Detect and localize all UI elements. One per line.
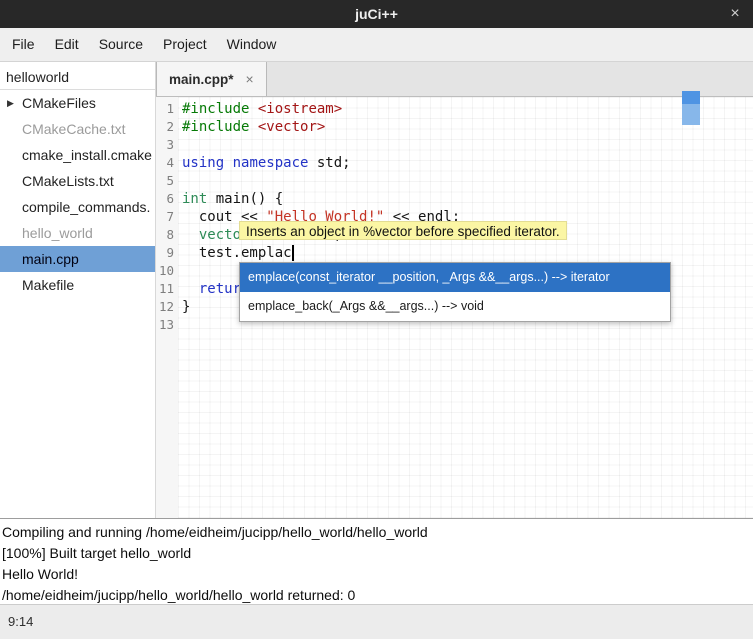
sidebar-item-label: hello_world <box>22 225 93 241</box>
text-cursor <box>292 245 294 261</box>
code-line[interactable] <box>182 136 753 154</box>
editor-pane: main.cpp* × 12345678910111213 #include <… <box>156 62 753 518</box>
line-number: 8 <box>156 226 178 244</box>
tab-label: main.cpp* <box>169 72 234 87</box>
scrollbar-thumb-highlight[interactable] <box>682 104 700 125</box>
code-segment: main() { <box>207 191 283 207</box>
sidebar-item-cmakecache-txt[interactable]: CMakeCache.txt <box>0 116 155 142</box>
code-line[interactable] <box>182 172 753 190</box>
sidebar-item-makefile[interactable]: Makefile <box>0 272 155 298</box>
menu-item-file[interactable]: File <box>2 28 45 61</box>
sidebar-item-label: main.cpp <box>22 251 79 267</box>
scrollbar-thumb[interactable] <box>682 91 700 104</box>
code-line[interactable]: #include <iostream> <box>182 100 753 118</box>
menu-item-edit[interactable]: Edit <box>45 28 89 61</box>
console-line: /home/eidheim/jucipp/hello_world/hello_w… <box>2 585 751 604</box>
sidebar-item-label: helloworld <box>6 69 69 85</box>
completion-item[interactable]: emplace_back(_Args &&__args...) --> void <box>240 292 670 321</box>
statusbar: 9:14 <box>0 604 753 639</box>
sidebar-item-label: CMakeLists.txt <box>22 173 114 189</box>
sidebar-item-label: compile_commands. <box>22 199 150 215</box>
console-line: Hello World! <box>2 564 751 585</box>
tab-main-cpp[interactable]: main.cpp* × <box>156 62 267 96</box>
doc-tooltip: Inserts an object in %vector before spec… <box>239 221 567 240</box>
code-segment: #include <box>182 101 249 117</box>
code-line[interactable]: int main() { <box>182 190 753 208</box>
sidebar-item-cmakefiles[interactable]: ▶ CMakeFiles <box>0 90 155 116</box>
menu-item-window[interactable]: Window <box>217 28 287 61</box>
line-number: 3 <box>156 136 178 154</box>
menubar: FileEditSourceProjectWindow <box>0 28 753 62</box>
code-line[interactable]: test.emplac <box>182 244 753 262</box>
console-line: Compiling and running /home/eidheim/juci… <box>2 522 751 543</box>
code-segment: test.emplac <box>182 245 292 261</box>
build-output-console: Compiling and running /home/eidheim/juci… <box>0 518 753 604</box>
line-number: 11 <box>156 280 178 298</box>
window-title: juCi++ <box>0 0 753 28</box>
code-line[interactable]: using namespace std; <box>182 154 753 172</box>
code-segment: int <box>182 191 207 207</box>
menu-item-source[interactable]: Source <box>89 28 153 61</box>
code-segment <box>182 227 199 243</box>
code-editor[interactable]: 12345678910111213 #include <iostream>#in… <box>156 97 753 518</box>
sidebar-item-label: Makefile <box>22 277 74 293</box>
window-close-icon[interactable]: × <box>717 0 753 27</box>
line-number-gutter: 12345678910111213 <box>156 97 178 518</box>
sidebar-item-helloworld[interactable]: helloworld <box>0 64 155 90</box>
code-segment <box>249 119 257 135</box>
code-segment: <iostream> <box>258 101 342 117</box>
app-window: juCi++ × FileEditSourceProjectWindow hel… <box>0 0 753 639</box>
sidebar-item-compile-commands[interactable]: compile_commands. <box>0 194 155 220</box>
code-line[interactable]: #include <vector> <box>182 118 753 136</box>
line-number: 5 <box>156 172 178 190</box>
tab-close-icon[interactable]: × <box>246 71 254 87</box>
line-number: 1 <box>156 100 178 118</box>
line-number: 10 <box>156 262 178 280</box>
completion-popup: emplace(const_iterator __position, _Args… <box>239 262 671 322</box>
code-segment <box>182 281 199 297</box>
code-segment: #include <box>182 119 249 135</box>
code-segment: <vector> <box>258 119 325 135</box>
sidebar-item-label: CMakeCache.txt <box>22 121 125 137</box>
sidebar: helloworld ▶ CMakeFiles CMakeCache.txt cmake… <box>0 62 156 518</box>
tabbar: main.cpp* × <box>156 62 753 97</box>
cursor-position: 9:14 <box>8 614 33 629</box>
sidebar-item-cmakelists-txt[interactable]: CMakeLists.txt <box>0 168 155 194</box>
line-number: 6 <box>156 190 178 208</box>
code-segment: using <box>182 155 224 171</box>
sidebar-item-hello-world[interactable]: hello_world <box>0 220 155 246</box>
line-number: 13 <box>156 316 178 334</box>
line-number: 9 <box>156 244 178 262</box>
code-segment: } <box>182 299 190 315</box>
console-line: [100%] Built target hello_world <box>2 543 751 564</box>
code-segment: std; <box>308 155 350 171</box>
sidebar-item-label: cmake_install.cmake <box>22 147 152 163</box>
menu-item-project[interactable]: Project <box>153 28 217 61</box>
titlebar: juCi++ × <box>0 0 753 28</box>
line-number: 7 <box>156 208 178 226</box>
code-segment: namespace <box>233 155 309 171</box>
code-segment <box>224 155 232 171</box>
line-number: 4 <box>156 154 178 172</box>
code-segment <box>249 101 257 117</box>
completion-item[interactable]: emplace(const_iterator __position, _Args… <box>240 263 670 292</box>
chevron-right-icon[interactable]: ▶ <box>7 90 14 116</box>
line-number: 2 <box>156 118 178 136</box>
sidebar-item-label: CMakeFiles <box>22 95 96 111</box>
line-number: 12 <box>156 298 178 316</box>
sidebar-item-cmake-install-cmake[interactable]: cmake_install.cmake <box>0 142 155 168</box>
main-area: helloworld ▶ CMakeFiles CMakeCache.txt cmake… <box>0 62 753 518</box>
sidebar-item-main-cpp[interactable]: main.cpp <box>0 246 155 272</box>
